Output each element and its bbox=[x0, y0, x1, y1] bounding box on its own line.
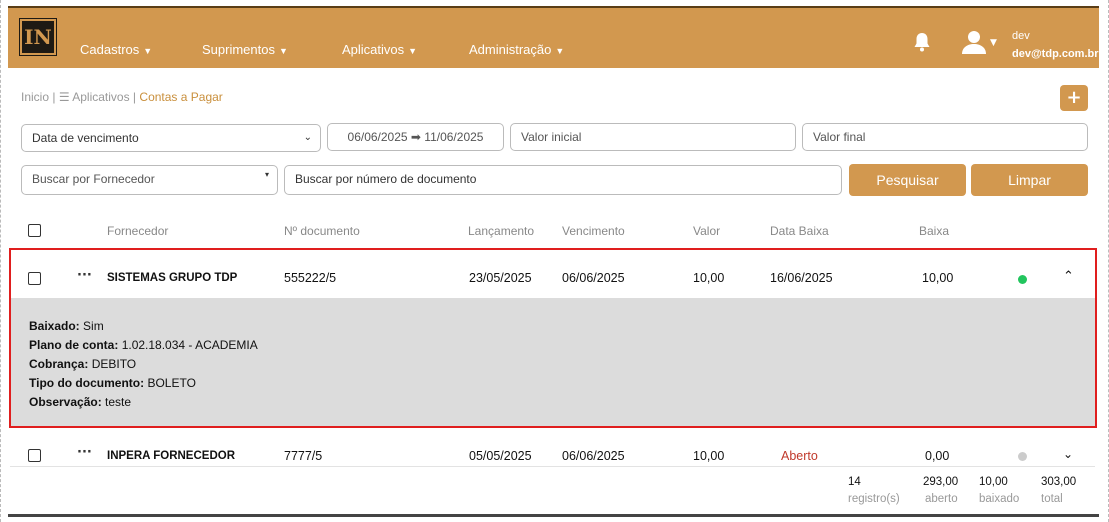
cell-vencimento: 06/06/2025 bbox=[562, 449, 625, 463]
cell-lancamento: 05/05/2025 bbox=[469, 449, 532, 463]
valor-inicial-field[interactable]: Valor inicial bbox=[510, 123, 796, 151]
summary-baixado-value: 10,00 bbox=[979, 476, 1008, 488]
documento-search-input[interactable]: Buscar por número de documento bbox=[284, 165, 842, 195]
more-options-icon[interactable]: ··· bbox=[77, 445, 92, 460]
user-email: dev@tdp.com.br bbox=[1012, 48, 1099, 60]
top-navbar: IN Cadastros ▼ Suprimentos ▼ Aplicativos ▼ … bbox=[8, 6, 1099, 68]
date-range-value: 06/06/2025 ➡ 11/06/2025 bbox=[347, 130, 484, 144]
header-fornecedor[interactable]: Fornecedor bbox=[107, 224, 168, 238]
summary-aberto-label: aberto bbox=[925, 493, 958, 505]
valor-final-field[interactable]: Valor final bbox=[802, 123, 1088, 151]
chevron-down-icon[interactable]: ⌄ bbox=[1063, 447, 1073, 461]
caret-down-icon: ▼ bbox=[408, 46, 418, 56]
header-documento[interactable]: Nº documento bbox=[284, 224, 360, 238]
logo-text: IN bbox=[24, 25, 52, 49]
caret-down-icon: ▼ bbox=[555, 46, 565, 56]
highlight-box bbox=[9, 248, 1097, 428]
user-caret-icon[interactable]: ▼ bbox=[990, 38, 997, 48]
app-logo[interactable]: IN bbox=[19, 18, 57, 56]
valor-final-placeholder: Valor final bbox=[813, 130, 866, 144]
caret-down-icon: ▼ bbox=[143, 46, 153, 56]
app-frame: IN Cadastros ▼ Suprimentos ▼ Aplicativos ▼ … bbox=[0, 0, 1109, 522]
header-baixa[interactable]: Baixa bbox=[919, 224, 949, 238]
caret-down-icon: ▼ bbox=[278, 46, 288, 56]
summary-total-value: 303,00 bbox=[1041, 476, 1077, 488]
menu-aplicativos[interactable]: Aplicativos ▼ bbox=[342, 42, 417, 57]
summary-baixado-label: baixado bbox=[979, 493, 1020, 505]
date-type-value: Data de vencimento bbox=[32, 131, 139, 145]
date-range-input[interactable]: 06/06/2025 ➡ 11/06/2025 bbox=[327, 123, 504, 151]
header-valor[interactable]: Valor bbox=[693, 224, 720, 238]
date-type-select[interactable]: Data de vencimento ⌄ bbox=[21, 124, 321, 152]
summary-registros-value: 14 bbox=[848, 476, 861, 488]
chevron-down-icon: ⌄ bbox=[303, 132, 312, 143]
menu-label: Suprimentos bbox=[202, 42, 275, 57]
select-all-checkbox[interactable] bbox=[28, 224, 41, 237]
bottom-border bbox=[8, 514, 1099, 517]
clear-button[interactable]: Limpar bbox=[971, 164, 1088, 196]
add-button[interactable]: + bbox=[1060, 85, 1088, 111]
fornecedor-search-input[interactable]: Buscar por Fornecedor ▾ bbox=[21, 165, 278, 195]
menu-label: Administração bbox=[469, 42, 552, 57]
valor-inicial-placeholder: Valor inicial bbox=[521, 130, 582, 144]
row-checkbox[interactable] bbox=[28, 449, 41, 462]
summary-aberto-value: 293,00 bbox=[923, 476, 959, 488]
summary-total-label: total bbox=[1041, 493, 1063, 505]
cell-baixa: 0,00 bbox=[925, 449, 950, 463]
row-divider bbox=[10, 466, 1095, 467]
user-avatar-icon[interactable] bbox=[960, 30, 988, 58]
fornecedor-placeholder: Buscar por Fornecedor bbox=[32, 172, 155, 186]
breadcrumb-home[interactable]: Inicio | bbox=[21, 90, 55, 104]
header-data-baixa[interactable]: Data Baixa bbox=[770, 224, 829, 238]
menu-administracao[interactable]: Administração ▼ bbox=[469, 42, 564, 57]
search-button[interactable]: Pesquisar bbox=[849, 164, 966, 196]
documento-placeholder: Buscar por número de documento bbox=[295, 172, 477, 186]
caret-down-icon: ▾ bbox=[264, 170, 269, 179]
header-lancamento[interactable]: Lançamento bbox=[468, 224, 534, 238]
breadcrumb-current: Contas a Pagar bbox=[139, 90, 223, 104]
menu-label: Aplicativos bbox=[342, 42, 405, 57]
cell-fornecedor: INPERA FORNECEDOR bbox=[107, 450, 235, 462]
cell-valor: 10,00 bbox=[693, 449, 725, 463]
menu-suprimentos[interactable]: Suprimentos ▼ bbox=[202, 42, 288, 57]
bell-icon[interactable] bbox=[913, 32, 931, 56]
breadcrumb: Inicio | ☰ Aplicativos | Contas a Pagar bbox=[21, 90, 223, 104]
cell-documento: 7777/5 bbox=[284, 449, 323, 463]
user-name: dev bbox=[1012, 30, 1030, 42]
menu-cadastros[interactable]: Cadastros ▼ bbox=[80, 42, 152, 57]
status-dot bbox=[1018, 452, 1027, 461]
breadcrumb-apps[interactable]: ☰ Aplicativos | bbox=[59, 90, 136, 104]
summary-registros-label: registro(s) bbox=[848, 493, 900, 505]
cell-data-baixa-status: Aberto bbox=[781, 449, 818, 463]
menu-label: Cadastros bbox=[80, 42, 140, 57]
header-vencimento[interactable]: Vencimento bbox=[562, 224, 625, 238]
